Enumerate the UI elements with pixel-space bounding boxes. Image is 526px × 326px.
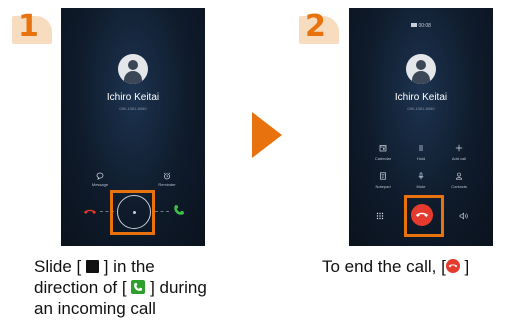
contacts-icon — [455, 172, 463, 180]
speaker-icon[interactable] — [459, 212, 469, 220]
avatar — [118, 54, 148, 84]
avatar — [406, 54, 436, 84]
reminder-label: Reminder — [158, 182, 176, 187]
slide-handle-glyph — [85, 260, 99, 273]
slide-handle-highlight — [110, 190, 155, 235]
caller-number: 090-1081-8080 — [407, 106, 435, 111]
add-call-button[interactable]: Add call — [439, 144, 479, 166]
contacts-button[interactable]: Contacts — [439, 172, 479, 194]
mute-button[interactable]: Mute — [401, 172, 441, 194]
calendar-icon — [379, 145, 387, 152]
status-bar: 00:08 — [349, 23, 493, 29]
notepad-icon — [380, 172, 386, 180]
step-number-2: 2 — [299, 10, 339, 44]
next-step-arrow — [252, 112, 282, 158]
answer-phone-icon — [174, 205, 184, 215]
calendar-button[interactable]: Calendar — [363, 144, 403, 166]
end-call-glyph — [445, 259, 460, 273]
dialpad-icon[interactable] — [376, 212, 384, 220]
hold-button[interactable]: Hold — [401, 144, 441, 166]
message-label: Message — [91, 182, 109, 187]
plus-icon — [455, 144, 463, 152]
step-number-1: 1 — [12, 10, 52, 44]
step1-caption: Slide [ ] in the direction of [ ] during… — [34, 257, 207, 318]
sim-icon — [411, 23, 418, 27]
step2-caption: To end the call, [ ] — [322, 257, 470, 276]
end-call-highlight — [404, 195, 444, 237]
caller-name: Ichiro Keitai — [106, 92, 160, 103]
notepad-button[interactable]: Notepad — [363, 172, 403, 194]
caller-name: Ichiro Keitai — [394, 92, 448, 103]
message-icon[interactable] — [90, 172, 110, 182]
pause-icon — [419, 145, 423, 151]
caller-number: 090-1081-8080 — [119, 106, 147, 111]
decline-phone-icon — [84, 209, 96, 214]
slide-track-right — [155, 211, 169, 212]
mic-icon — [418, 172, 424, 180]
answer-phone-glyph — [131, 280, 146, 294]
alarm-clock-icon[interactable] — [157, 172, 177, 182]
call-timer: 00:08 — [418, 23, 431, 29]
